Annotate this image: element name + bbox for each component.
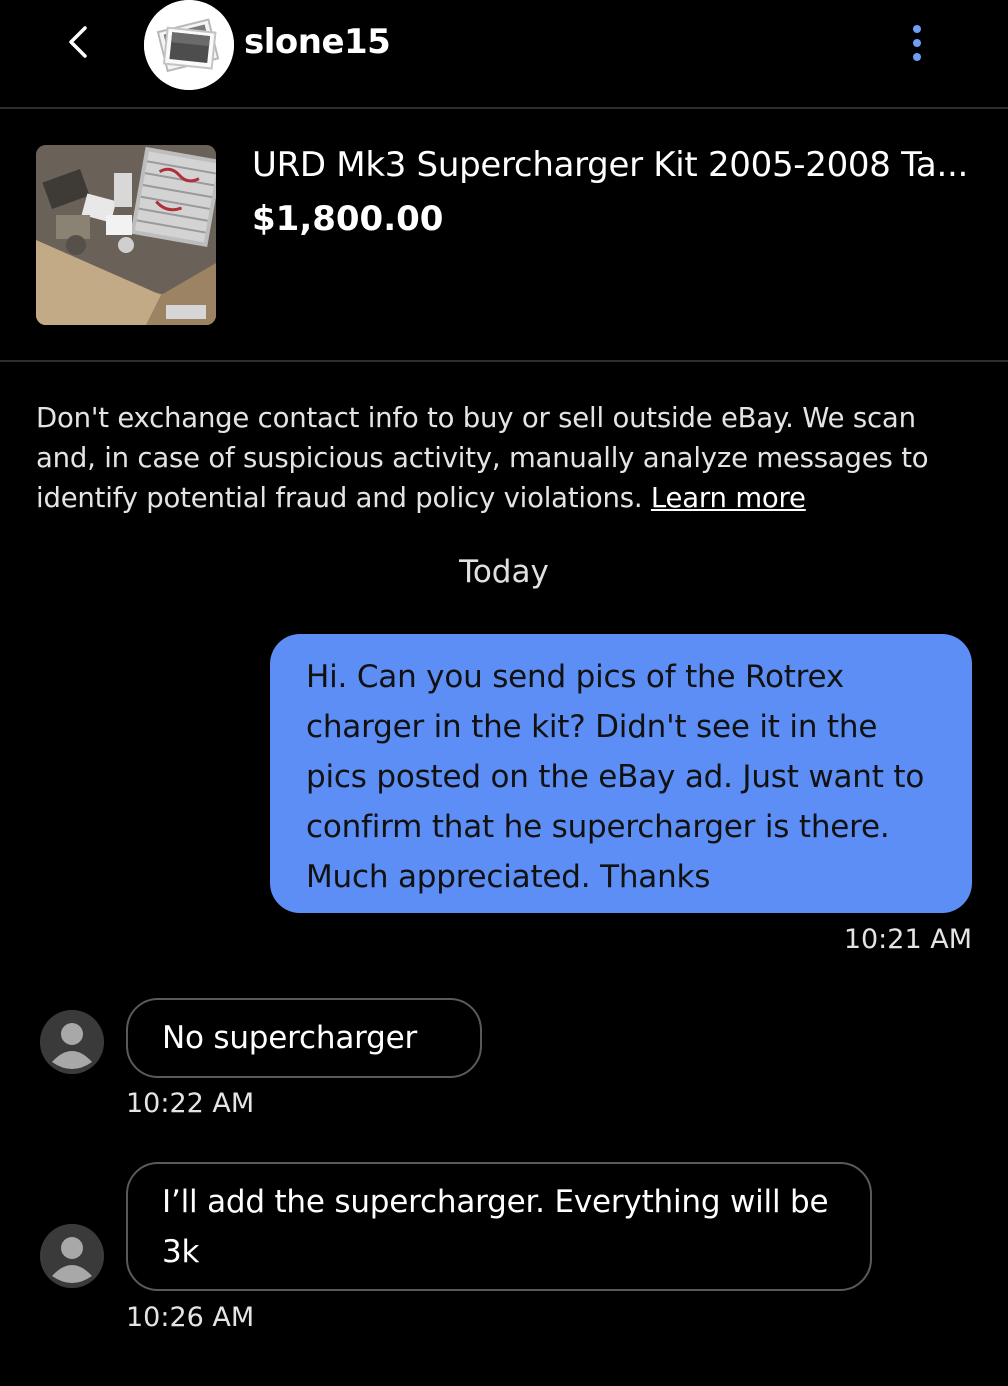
seller-avatar-small <box>40 1224 104 1288</box>
listing-card[interactable]: URD Mk3 Supercharger Kit 2005-2008 Ta...… <box>0 109 1008 362</box>
message-timestamp: 10:22 AM <box>126 1088 255 1119</box>
user-icon <box>40 1224 104 1288</box>
seller-avatar[interactable] <box>144 0 234 90</box>
seller-avatar-small <box>40 1010 104 1074</box>
listing-price: $1,800.00 <box>252 199 444 239</box>
listing-title: URD Mk3 Supercharger Kit 2005-2008 Ta... <box>252 145 968 185</box>
message-timestamp: 10:26 AM <box>126 1302 255 1333</box>
chevron-left-icon <box>69 26 87 58</box>
message-timestamp: 10:21 AM <box>843 924 972 955</box>
listing-thumbnail <box>36 145 216 325</box>
received-message-bubble[interactable]: No supercharger <box>126 998 482 1078</box>
day-separator: Today <box>459 554 549 590</box>
received-message-bubble[interactable]: I’ll add the supercharger. Everything wi… <box>126 1162 872 1291</box>
photo-placeholder-icon <box>144 0 234 90</box>
more-vertical-icon <box>913 25 921 61</box>
safety-notice: Don't exchange contact info to buy or se… <box>36 398 976 518</box>
listing-photo <box>36 145 216 325</box>
user-icon <box>40 1010 104 1074</box>
more-options-button[interactable] <box>900 20 936 66</box>
seller-username[interactable]: slone15 <box>244 22 391 62</box>
learn-more-link[interactable]: Learn more <box>651 482 806 514</box>
back-button[interactable] <box>54 18 102 66</box>
sent-message-bubble[interactable]: Hi. Can you send pics of the Rotrex char… <box>270 634 972 913</box>
conversation-header: slone15 <box>0 0 1008 109</box>
